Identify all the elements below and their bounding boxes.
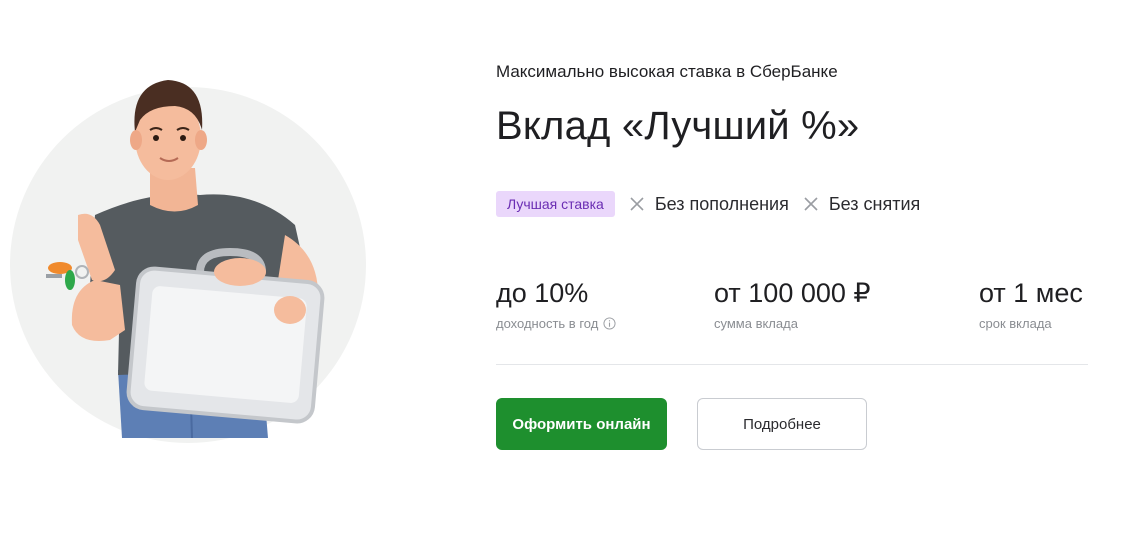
x-icon <box>804 197 818 211</box>
tag-label: Без снятия <box>828 193 921 214</box>
stat-value: до 10% <box>496 278 589 308</box>
hero-illustration <box>10 80 366 443</box>
stat-label-text: доходность в год <box>496 316 599 331</box>
stat-label: срок вклада <box>979 316 1052 331</box>
apply-online-button[interactable]: Оформить онлайн <box>496 398 667 450</box>
best-rate-badge: Лучшая ставка <box>496 191 615 217</box>
stat-label: доходность в год <box>496 316 616 331</box>
stat-term: от 1 мес срок вклада <box>979 276 1083 331</box>
stat-rate: до 10% доходность в год <box>496 276 616 331</box>
tag-no-deposits: Без пополнения <box>629 194 789 215</box>
deposit-offer: Максимально высокая ставка в СберБанке В… <box>496 0 1096 539</box>
offer-subtitle: Максимально высокая ставка в СберБанке <box>496 62 838 81</box>
tag-label: Без пополнения <box>654 193 789 214</box>
offer-stats: до 10% доходность в год от 100 000 ₽ сум… <box>496 276 1096 336</box>
more-details-button[interactable]: Подробнее <box>697 398 867 450</box>
offer-title: Вклад «Лучший %» <box>496 104 860 148</box>
stat-value: от 1 мес <box>979 278 1083 308</box>
stat-amount: от 100 000 ₽ сумма вклада <box>714 276 871 331</box>
stat-value: от 100 000 ₽ <box>714 278 871 308</box>
tag-no-withdrawals: Без снятия <box>803 194 920 215</box>
offer-tags: Лучшая ставка Без пополнения Без снятия <box>496 191 920 217</box>
stat-label: сумма вклада <box>714 316 798 331</box>
x-icon <box>630 197 644 211</box>
divider <box>496 364 1088 365</box>
info-icon[interactable] <box>603 317 616 330</box>
